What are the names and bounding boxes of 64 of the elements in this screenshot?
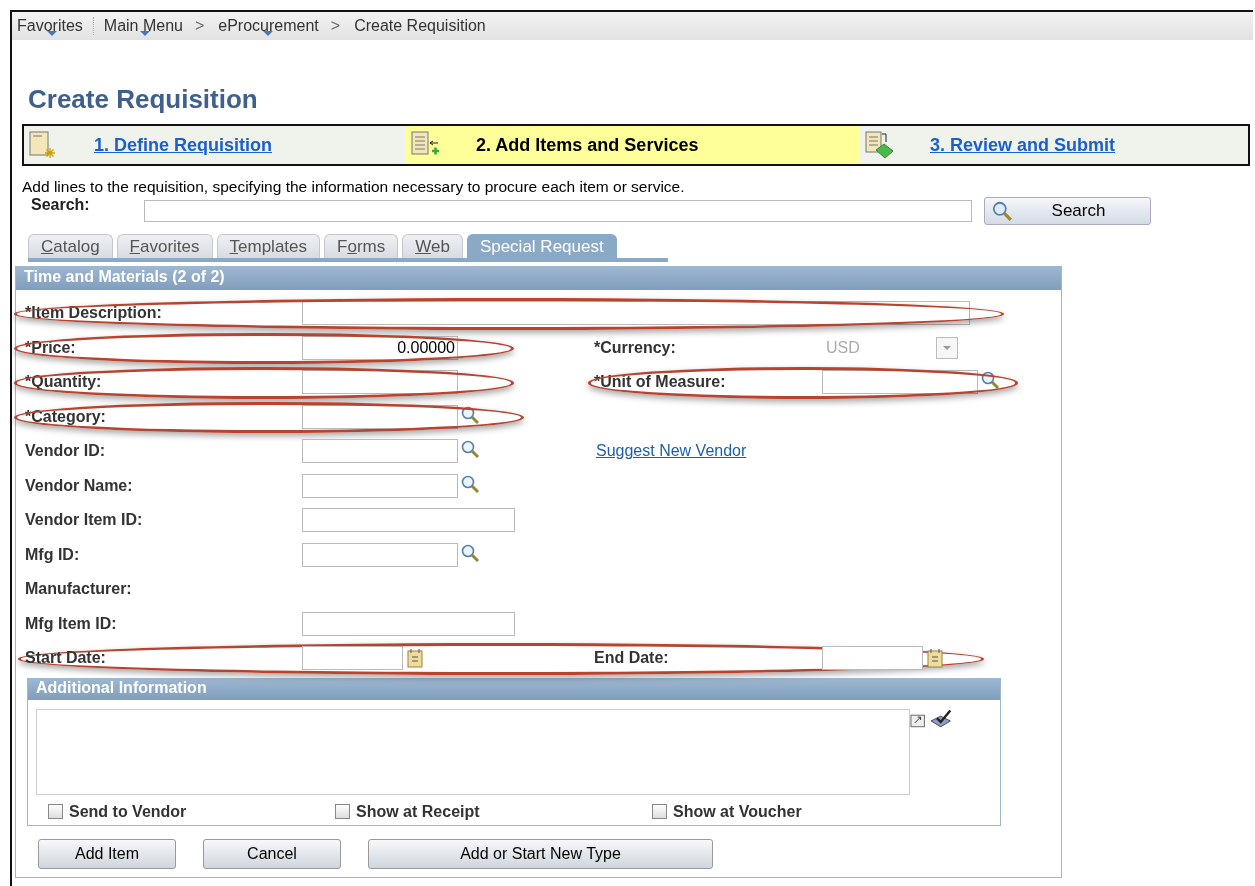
input-field[interactable]	[302, 611, 515, 636]
tab[interactable]: Templates	[216, 234, 320, 258]
search-icon[interactable]	[980, 370, 1000, 391]
checkbox-label: Show at Receipt	[356, 802, 480, 821]
input-field[interactable]	[302, 473, 458, 498]
search-label: Search:	[30, 196, 91, 214]
field-label: Start Date:	[24, 649, 107, 668]
document-tray-icon	[864, 130, 894, 160]
field-label: *Quantity:	[24, 373, 103, 392]
field-label: End Date:	[594, 649, 670, 668]
suggest-vendor-link[interactable]: Suggest New Vendor	[596, 442, 747, 461]
input-field[interactable]	[302, 404, 458, 429]
tab[interactable]: Catalog	[28, 234, 113, 258]
document-star-icon	[28, 130, 58, 160]
field-label: *Currency:	[594, 338, 677, 357]
section-title: Time and Materials (2 of 2)	[16, 266, 1061, 290]
action-button[interactable]: Add Item	[38, 838, 176, 869]
instructions-text: Add lines to the requisition, specifying the information necessary to procure each item or service.	[22, 178, 686, 196]
checkbox-label: Show at Voucher	[673, 802, 802, 821]
breadcrumb-link[interactable]: Create Requisition	[354, 17, 498, 35]
search-icon[interactable]	[460, 404, 480, 425]
checkbox[interactable]	[335, 804, 350, 819]
tab[interactable]: Forms	[324, 234, 399, 258]
chevron-separator: >	[194, 17, 205, 35]
field-label: Vendor Name:	[24, 476, 134, 495]
field-label: Manufacturer:	[24, 580, 133, 599]
calendar-icon[interactable]	[927, 648, 943, 669]
tab[interactable]: Web	[402, 234, 463, 258]
input-field[interactable]	[302, 508, 515, 533]
input-field[interactable]	[302, 370, 458, 395]
action-button[interactable]: Cancel	[203, 838, 341, 869]
input-field[interactable]	[302, 646, 403, 671]
search-icon[interactable]	[460, 542, 480, 563]
field-label: *Unit of Measure:	[594, 373, 727, 392]
checkbox[interactable]	[48, 804, 63, 819]
calendar-icon[interactable]	[407, 648, 423, 669]
checkbox-label: Send to Vendor	[69, 802, 187, 821]
search-icon	[991, 200, 1013, 222]
field-label: Mfg ID:	[24, 545, 81, 564]
step-link[interactable]: 3. Review and Submit	[930, 134, 1116, 156]
search-button[interactable]: Search	[984, 197, 1151, 225]
field-label: *Category:	[24, 407, 107, 426]
chevron-separator: >	[330, 17, 341, 35]
field-label: Mfg Item ID:	[24, 614, 118, 633]
field-label: Vendor Item ID:	[24, 511, 144, 530]
search-icon[interactable]	[460, 473, 480, 494]
step-link[interactable]: 1. Define Requisition	[94, 134, 273, 156]
tab[interactable]: Favorites	[116, 234, 213, 258]
current-step-label: 2. Add Items and Services	[476, 134, 699, 156]
input-field[interactable]	[302, 301, 970, 326]
field-label: *Price:	[24, 338, 77, 357]
action-button[interactable]: Add or Start New Type	[368, 838, 713, 869]
page-title: Create Requisition	[28, 84, 259, 116]
search-field[interactable]	[144, 200, 972, 222]
search-icon[interactable]	[460, 439, 480, 460]
input-field[interactable]	[302, 439, 458, 464]
input-field[interactable]	[822, 646, 923, 671]
field-label: Vendor ID:	[24, 442, 106, 461]
input-field[interactable]: 0.00000	[302, 335, 458, 360]
section-title: Additional Information	[28, 677, 1000, 700]
checkbox[interactable]	[652, 804, 667, 819]
input-field[interactable]	[302, 542, 458, 567]
field-label: *Item Description:	[24, 304, 163, 323]
input-field[interactable]	[822, 370, 978, 395]
